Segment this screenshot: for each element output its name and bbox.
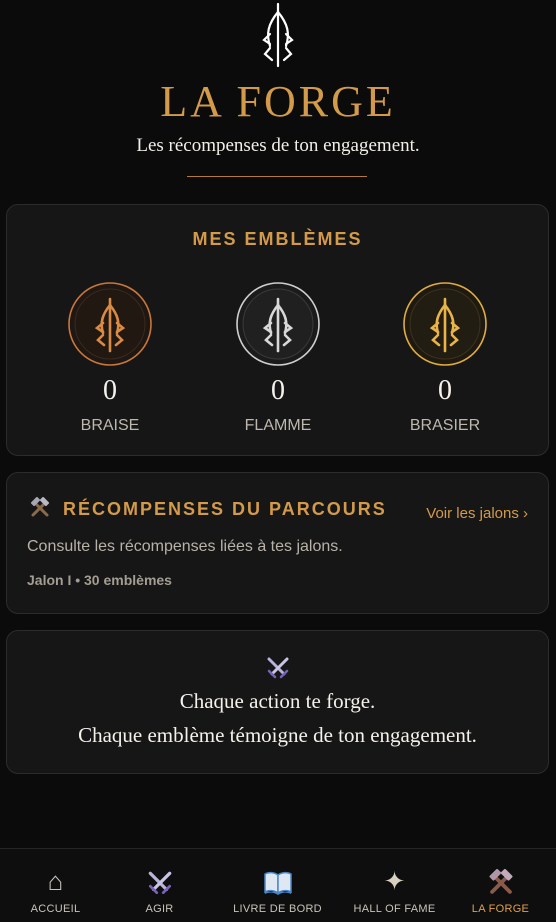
emblems-card: MES EMBLÈMES 0 BRAISE 0 FLAMME 0 BRASIER: [6, 204, 549, 456]
book-icon: [222, 865, 333, 897]
page-title: LA FORGE: [160, 77, 396, 126]
parcours-card: RÉCOMPENSES DU PARCOURS Voir les jalons …: [6, 472, 549, 614]
bottom-navigation: ⌂ ACCUEIL AGIR LIVRE DE BORD ✦ HALL OF F…: [0, 848, 556, 922]
trident-flame-icon: [258, 2, 298, 70]
nav-label: HALL OF FAME: [353, 903, 436, 915]
emblem-label: BRAISE: [80, 417, 140, 434]
page-subtitle: Les récompenses de ton engagement.: [136, 135, 420, 156]
emblems-title: MES EMBLÈMES: [192, 229, 363, 249]
header-divider: [187, 176, 367, 177]
flamme-emblem-icon: [235, 281, 321, 367]
home-icon: ⌂: [47, 866, 64, 896]
parcours-description: Consulte les récompenses liées à tes jal…: [27, 538, 343, 555]
nav-item-hall-of-fame[interactable]: ✦ HALL OF FAME: [339, 849, 450, 922]
nav-label: AGIR: [145, 903, 174, 915]
view-milestones-link[interactable]: Voir les jalons ›: [426, 505, 528, 522]
parcours-milestone-info: Jalon I • 30 emblèmes: [27, 572, 172, 588]
nav-label: LIVRE DE BORD: [233, 903, 322, 915]
emblem-count: 0: [438, 375, 452, 406]
parcours-title: RÉCOMPENSES DU PARCOURS: [63, 499, 387, 519]
nav-item-accueil[interactable]: ⌂ ACCUEIL: [0, 849, 111, 922]
crossed-swords-icon: [265, 655, 291, 681]
sparkle-icon: ✦: [383, 866, 406, 896]
emblem-count: 0: [271, 375, 285, 406]
quote-card: Chaque action te forge. Chaque emblème t…: [6, 630, 549, 774]
hammer-pick-icon: [445, 865, 556, 897]
emblem-label: FLAMME: [244, 417, 312, 434]
emblem-count: 0: [103, 375, 117, 406]
quote-line-2: Chaque emblème témoigne de ton engagemen…: [78, 723, 477, 747]
nav-label: LA FORGE: [471, 903, 530, 915]
nav-label: ACCUEIL: [30, 903, 81, 915]
nav-item-la-forge[interactable]: LA FORGE: [445, 849, 556, 922]
brasier-emblem-icon: [402, 281, 488, 367]
crossed-swords-icon: [104, 865, 215, 897]
hammer-pick-icon: [29, 496, 51, 519]
braise-emblem-icon: [67, 281, 153, 367]
emblem-label: BRASIER: [409, 417, 481, 434]
nav-item-livre-de-bord[interactable]: LIVRE DE BORD: [222, 849, 333, 922]
page-header: LA FORGE Les récompenses de ton engageme…: [0, 0, 556, 200]
nav-item-agir[interactable]: AGIR: [104, 849, 215, 922]
quote-line-1: Chaque action te forge.: [179, 689, 376, 713]
